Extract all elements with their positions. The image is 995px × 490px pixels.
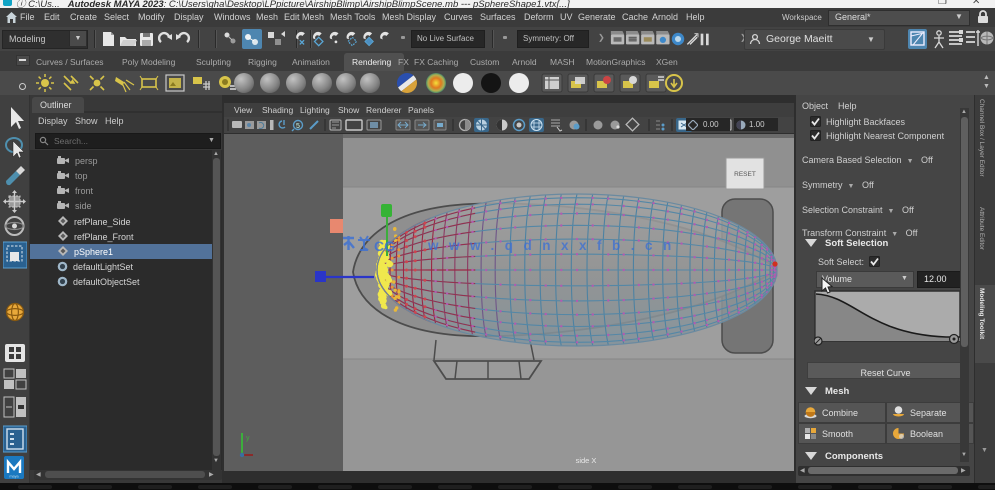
- svg-text:side X: side X: [576, 456, 597, 465]
- svg-text:RESET: RESET: [734, 171, 756, 178]
- svg-text:y: y: [246, 435, 250, 442]
- svg-text:www.qdnxxfb.cn: www.qdnxxfb.cn: [427, 238, 682, 253]
- svg-text:maya: maya: [9, 475, 19, 479]
- svg-text:5: 5: [296, 123, 300, 130]
- svg-text:CG: CG: [374, 238, 395, 254]
